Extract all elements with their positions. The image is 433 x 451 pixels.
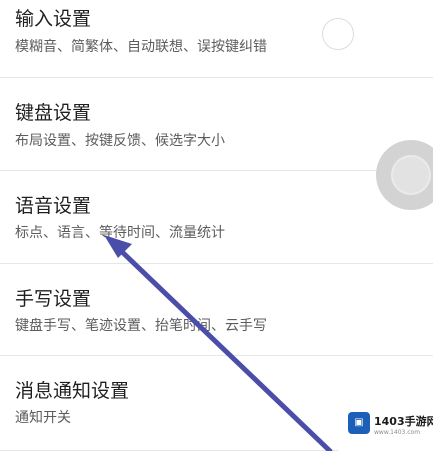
item-title: 输入设置 bbox=[15, 8, 92, 30]
item-subtitle: 标点、语言、等待时间、流量统计 bbox=[15, 225, 225, 241]
item-title: 手写设置 bbox=[15, 288, 92, 310]
watermark-logo-icon: ▣ bbox=[348, 412, 370, 434]
item-subtitle: 通知开关 bbox=[15, 410, 71, 426]
item-title: 键盘设置 bbox=[15, 102, 92, 124]
item-subtitle: 布局设置、按键反馈、候选字大小 bbox=[15, 133, 225, 149]
settings-item-input[interactable]: 输入设置 模糊音、简繁体、自动联想、误按键纠错 bbox=[0, 0, 433, 78]
item-title: 语音设置 bbox=[15, 195, 92, 217]
settings-item-voice[interactable]: 语音设置 标点、语言、等待时间、流量统计 bbox=[0, 171, 433, 264]
touch-indicator-icon bbox=[322, 18, 354, 50]
item-subtitle: 模糊音、简繁体、自动联想、误按键纠错 bbox=[15, 39, 267, 55]
settings-list: 输入设置 模糊音、简繁体、自动联想、误按键纠错 键盘设置 布局设置、按键反馈、候… bbox=[0, 0, 433, 451]
watermark-brand: 1403手游网 bbox=[374, 415, 433, 428]
watermark: ▣ 1403手游网 www.1403.com bbox=[338, 402, 433, 451]
watermark-url: www.1403.com bbox=[374, 429, 421, 436]
settings-item-handwriting[interactable]: 手写设置 键盘手写、笔迹设置、抬笔时间、云手写 bbox=[0, 264, 433, 356]
item-title: 消息通知设置 bbox=[15, 380, 130, 402]
settings-item-keyboard[interactable]: 键盘设置 布局设置、按键反馈、候选字大小 bbox=[0, 78, 433, 171]
item-subtitle: 键盘手写、笔迹设置、抬笔时间、云手写 bbox=[15, 318, 267, 334]
